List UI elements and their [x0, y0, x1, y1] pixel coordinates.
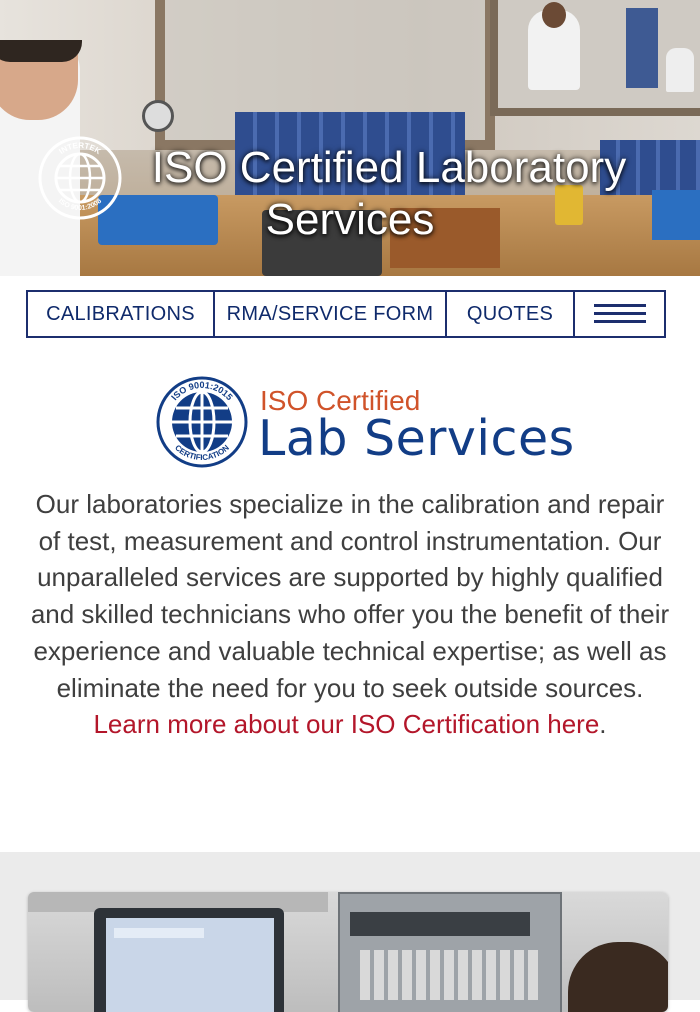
hamburger-menu-icon [593, 303, 646, 325]
logo-title: Lab Services [258, 410, 575, 467]
nav-quotes[interactable]: QUOTES [447, 292, 575, 336]
services-section [0, 852, 700, 1012]
hero-title-line1: ISO Certified Laboratory [151, 143, 627, 192]
hero-banner: INTERTEK ISO 9001:2008 ISO Certified Lab… [0, 0, 700, 276]
link-suffix: . [599, 709, 607, 740]
main-nav: CALIBRATIONS RMA/SERVICE FORM QUOTES [26, 290, 666, 338]
monitor-screen [106, 918, 274, 1012]
intro-paragraph: Our laboratories specialize in the calib… [30, 489, 670, 703]
iso-link-line: Learn more about our ISO Certification h… [30, 706, 670, 743]
hero-title: ISO Certified Laboratory Services [0, 142, 700, 246]
hero-mirror [490, 0, 700, 116]
service-image-card[interactable] [28, 892, 668, 1012]
card-technician [568, 942, 668, 1012]
iso-certification-link[interactable]: Learn more about our ISO Certification h… [93, 709, 599, 739]
gauge-icon [142, 100, 174, 132]
intro-section: Our laboratories specialize in the calib… [30, 486, 670, 743]
nav-rma-service-form[interactable]: RMA/SERVICE FORM [215, 292, 447, 336]
menu-button[interactable] [575, 292, 664, 336]
calibrator-instrument [338, 892, 562, 1012]
nav-calibrations[interactable]: CALIBRATIONS [28, 292, 215, 336]
iso-certification-badge-icon: ISO 9001:2015 CERTIFICATION [156, 376, 248, 468]
hero-title-line2: Services [265, 195, 435, 244]
